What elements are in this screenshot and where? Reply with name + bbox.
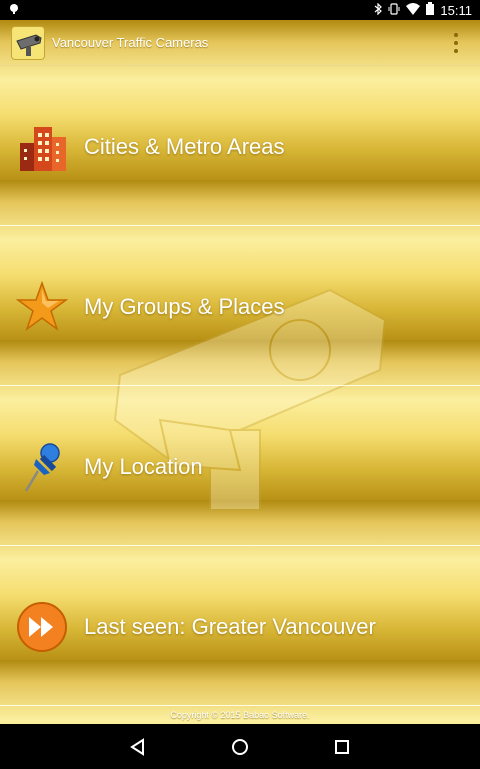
app-logo-camera-icon[interactable] xyxy=(11,26,45,60)
app-title: Vancouver Traffic Cameras xyxy=(52,35,209,50)
menu-item-label: Last seen: Greater Vancouver xyxy=(84,614,376,639)
menu-item-last-seen[interactable]: Last seen: Greater Vancouver xyxy=(0,546,480,706)
recents-icon[interactable] xyxy=(332,737,352,757)
notification-icon xyxy=(8,3,20,18)
app-bar: Vancouver Traffic Cameras xyxy=(0,20,480,66)
menu-item-label: My Location xyxy=(84,454,203,479)
status-bar: 15:11 xyxy=(0,0,480,20)
copyright-text: Copyright © 2015 Babao Software. xyxy=(170,710,310,720)
navigation-bar xyxy=(0,724,480,769)
fast-forward-icon xyxy=(17,602,67,652)
pushpin-icon xyxy=(24,443,60,492)
menu-item-cities[interactable]: Cities & Metro Areas xyxy=(0,66,480,226)
wifi-icon xyxy=(406,2,421,18)
menu-item-label: Cities & Metro Areas xyxy=(84,134,285,159)
buildings-icon xyxy=(20,127,66,171)
bluetooth-icon xyxy=(374,2,383,18)
menu-item-location[interactable]: My Location xyxy=(0,386,480,546)
home-icon[interactable] xyxy=(230,737,250,757)
back-icon[interactable] xyxy=(128,737,148,757)
vibrate-icon xyxy=(388,2,400,18)
overflow-menu-icon[interactable] xyxy=(452,33,460,53)
star-icon xyxy=(16,281,68,331)
clock: 15:11 xyxy=(440,2,472,18)
menu-item-groups[interactable]: My Groups & Places xyxy=(0,226,480,386)
menu-item-label: My Groups & Places xyxy=(84,294,285,319)
battery-icon xyxy=(426,2,435,18)
main-menu: Cities & Metro Areas My Groups & Places … xyxy=(0,66,480,706)
